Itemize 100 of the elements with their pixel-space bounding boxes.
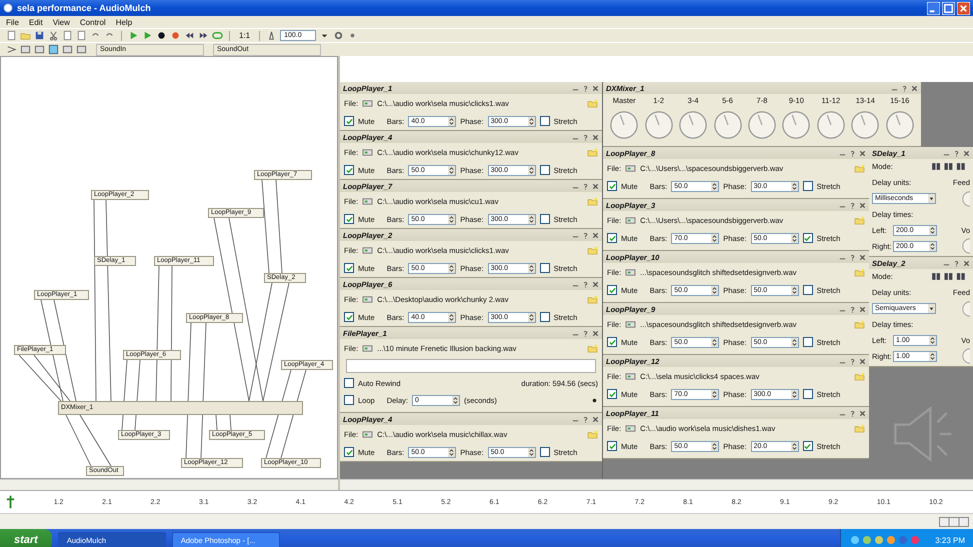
checkbox[interactable] [344, 263, 354, 273]
spin-arrows-icon[interactable] [528, 214, 535, 224]
help-icon[interactable] [849, 358, 856, 364]
knob[interactable] [962, 348, 970, 364]
help-icon[interactable] [953, 260, 960, 266]
spin-arrows-icon[interactable] [929, 242, 936, 250]
drive-icon[interactable] [362, 148, 374, 156]
help-icon[interactable] [849, 254, 856, 260]
drive-icon[interactable] [625, 424, 636, 432]
help-icon[interactable] [582, 330, 589, 336]
knob[interactable] [712, 110, 743, 140]
close-icon[interactable] [592, 280, 599, 288]
dropdown-icon[interactable] [928, 194, 935, 203]
close-icon[interactable] [859, 150, 866, 156]
close-icon[interactable] [859, 410, 866, 416]
window-icon[interactable] [34, 44, 45, 55]
close-icon[interactable] [911, 84, 918, 92]
knob[interactable] [609, 110, 640, 140]
checkbox[interactable] [802, 285, 813, 295]
spin-arrows-icon[interactable] [528, 312, 535, 322]
drive-icon[interactable] [625, 372, 636, 380]
spin-arrows-icon[interactable] [929, 336, 936, 345]
close-icon[interactable] [592, 134, 599, 140]
checkbox[interactable] [344, 312, 354, 322]
knob[interactable] [678, 110, 708, 140]
drive-icon[interactable] [362, 294, 374, 304]
pointer-icon[interactable] [6, 44, 17, 55]
help-icon[interactable] [582, 134, 589, 140]
checkbox[interactable] [607, 337, 617, 347]
close-icon[interactable] [963, 260, 970, 266]
spin-arrows-icon[interactable] [790, 390, 798, 398]
spin-arrows-icon[interactable] [528, 166, 535, 174]
spin-arrows-icon[interactable] [790, 234, 798, 242]
knob[interactable] [746, 110, 777, 140]
drive-icon[interactable] [362, 98, 374, 108]
close-icon[interactable] [592, 330, 599, 336]
help-icon[interactable] [849, 306, 856, 312]
close-icon[interactable] [859, 202, 866, 208]
checkbox[interactable] [540, 447, 550, 457]
start-button[interactable]: start [0, 529, 52, 547]
help-icon[interactable] [849, 150, 856, 156]
help-icon[interactable] [582, 280, 589, 288]
checkbox[interactable] [344, 116, 354, 126]
menu-item[interactable]: View [52, 18, 70, 26]
help-icon[interactable] [901, 84, 908, 92]
spin-arrows-icon[interactable] [711, 338, 718, 346]
spin-arrows-icon[interactable] [711, 286, 718, 294]
checkbox[interactable] [607, 233, 617, 243]
help-icon[interactable] [849, 202, 856, 208]
checkbox[interactable] [540, 165, 550, 175]
checkbox[interactable] [802, 337, 813, 347]
close-icon[interactable] [592, 84, 599, 92]
spin-arrows-icon[interactable] [448, 116, 456, 126]
menu-item[interactable]: File [6, 18, 19, 26]
spin-arrows-icon[interactable] [448, 166, 456, 174]
new-document-icon[interactable] [6, 30, 17, 41]
checkbox[interactable] [607, 441, 617, 451]
checkbox[interactable] [607, 181, 617, 191]
spin-arrows-icon[interactable] [711, 182, 718, 190]
drive-icon[interactable] [625, 268, 636, 276]
checkbox[interactable] [344, 447, 354, 457]
drive-icon[interactable] [362, 246, 374, 254]
panel-icon[interactable] [48, 44, 59, 55]
drive-icon[interactable] [625, 216, 636, 224]
knob[interactable] [962, 190, 970, 206]
help-icon[interactable] [582, 182, 589, 190]
zoom-buttons-icon[interactable] [939, 516, 969, 526]
checkbox[interactable] [344, 214, 354, 224]
rewind-icon[interactable] [184, 30, 195, 41]
mode-buttons-icon[interactable] [932, 162, 966, 172]
drive-icon[interactable] [625, 164, 636, 172]
spin-arrows-icon[interactable] [790, 338, 798, 346]
spin-arrows-icon[interactable] [448, 264, 456, 272]
position-marker-icon[interactable] [6, 495, 15, 509]
checkbox[interactable] [607, 389, 617, 399]
menu-item[interactable]: Edit [28, 18, 43, 26]
knob[interactable] [781, 110, 812, 140]
checkbox[interactable] [344, 165, 354, 175]
spin-arrows-icon[interactable] [711, 234, 718, 242]
checkbox[interactable] [802, 233, 813, 243]
knob[interactable] [816, 110, 846, 140]
drive-icon[interactable] [625, 320, 636, 328]
menu-item[interactable]: Control [80, 18, 106, 26]
spin-arrows-icon[interactable] [790, 442, 798, 450]
help-icon[interactable] [953, 150, 960, 156]
knob[interactable] [962, 238, 970, 254]
cut-icon[interactable] [48, 30, 59, 41]
spin-arrows-icon[interactable] [528, 264, 535, 272]
drive-icon[interactable] [362, 344, 374, 352]
knob[interactable] [884, 110, 915, 140]
checkbox[interactable] [540, 214, 550, 224]
forward-icon[interactable] [198, 30, 209, 41]
spin-arrows-icon[interactable] [929, 352, 936, 360]
close-icon[interactable] [592, 182, 599, 190]
maximize-icon[interactable] [942, 2, 955, 14]
close-icon[interactable] [963, 150, 970, 156]
knob[interactable] [850, 110, 880, 140]
checkbox[interactable] [540, 263, 550, 273]
spin-arrows-icon[interactable] [711, 442, 718, 450]
save-icon[interactable] [34, 30, 45, 41]
